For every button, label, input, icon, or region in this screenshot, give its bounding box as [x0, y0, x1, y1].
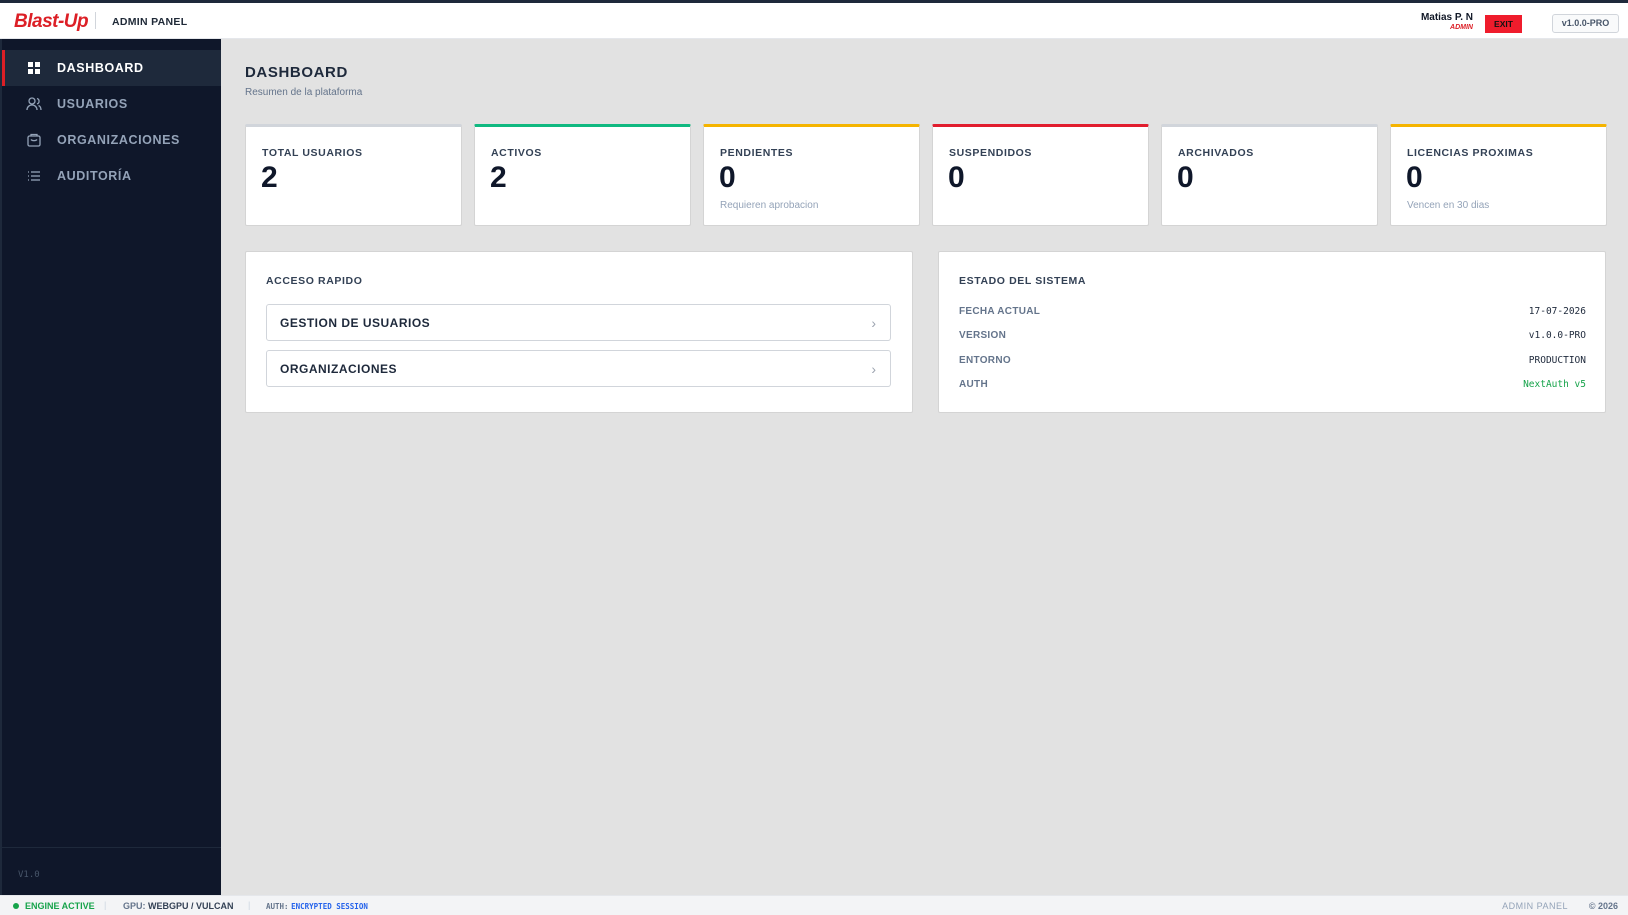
stat-label: SUSPENDIDOS [949, 147, 1033, 159]
sidebar-item-usuarios[interactable]: USUARIOS [2, 86, 221, 122]
status-key: ENTORNO [959, 355, 1011, 366]
gpu-value: WEBGPU / VULCAN [148, 901, 234, 911]
page-title: DASHBOARD [245, 64, 348, 81]
quick-link-gestion-usuarios[interactable]: GESTION DE USUARIOS › [266, 304, 891, 341]
header-title: ADMIN PANEL [112, 16, 188, 28]
footer-copyright: © 2026 [1588, 901, 1618, 911]
app-root: Blast-Up ADMIN PANEL Matias P. N ADMIN E… [0, 0, 1628, 915]
stat-card-pendientes: PENDIENTES 0 Requieren aprobacion [703, 124, 920, 226]
sidebar-item-label: DASHBOARD [57, 61, 144, 75]
panel-title: ESTADO DEL SISTEMA [959, 275, 1087, 287]
version-badge: v1.0.0-PRO [1552, 14, 1619, 33]
sidebar-item-dashboard[interactable]: DASHBOARD [2, 50, 221, 86]
status-dot-icon [13, 903, 19, 909]
footer-separator: | [104, 900, 107, 910]
stat-label: LICENCIAS PROXIMAS [1407, 147, 1534, 159]
stat-value: 0 [719, 161, 736, 194]
stat-value: 0 [1406, 161, 1423, 194]
stat-value: 0 [948, 161, 965, 194]
top-header: Blast-Up ADMIN PANEL Matias P. N ADMIN E… [0, 0, 1628, 39]
briefcase-icon [26, 132, 42, 148]
status-value: PRODUCTION [1528, 355, 1586, 366]
sidebar-item-label: ORGANIZACIONES [57, 133, 180, 147]
quick-access-panel: ACCESO RAPIDO GESTION DE USUARIOS › ORGA… [245, 251, 913, 413]
stat-card-suspendidos: SUSPENDIDOS 0 [932, 124, 1149, 226]
sidebar-item-auditoria[interactable]: AUDITORÍA [2, 158, 221, 194]
status-row-auth: AUTH NextAuth v5 [959, 379, 1586, 395]
stat-card-licencias-proximas: LICENCIAS PROXIMAS 0 Vencen en 30 dias [1390, 124, 1607, 226]
status-row-version: VERSION v1.0.0-PRO [959, 330, 1586, 346]
status-key: FECHA ACTUAL [959, 306, 1041, 317]
quick-link-organizaciones[interactable]: ORGANIZACIONES › [266, 350, 891, 387]
footer-separator: | [248, 900, 251, 910]
stat-card-total-usuarios: TOTAL USUARIOS 2 [245, 124, 462, 226]
status-row-entorno: ENTORNO PRODUCTION [959, 355, 1586, 371]
status-footer: ENGINE ACTIVE | GPU: WEBGPU / VULCAN | A… [0, 895, 1628, 915]
gpu-label: GPU: [123, 901, 146, 911]
quick-link-label: GESTION DE USUARIOS [280, 315, 431, 330]
status-row-fecha: FECHA ACTUAL 17-07-2026 [959, 306, 1586, 322]
stat-value: 2 [261, 161, 278, 194]
auth-label: AUTH: [266, 902, 289, 911]
engine-status-text: ENGINE ACTIVE [25, 901, 95, 911]
status-value: NextAuth v5 [1523, 379, 1586, 390]
list-icon [26, 168, 42, 184]
sidebar: DASHBOARD USUARIOS ORGANIZACIONES AUDITO… [0, 39, 221, 895]
stat-label: ARCHIVADOS [1178, 147, 1254, 159]
sidebar-item-label: USUARIOS [57, 97, 128, 111]
chevron-right-icon: › [871, 360, 876, 377]
stat-card-activos: ACTIVOS 2 [474, 124, 691, 226]
auth-info: AUTH: ENCRYPTED SESSION [266, 901, 368, 911]
sidebar-item-organizaciones[interactable]: ORGANIZACIONES [2, 122, 221, 158]
system-status-panel: ESTADO DEL SISTEMA FECHA ACTUAL 17-07-20… [938, 251, 1606, 413]
engine-status: ENGINE ACTIVE [13, 901, 95, 911]
quick-link-label: ORGANIZACIONES [280, 361, 398, 376]
auth-value: ENCRYPTED SESSION [291, 902, 368, 911]
page-subtitle: Resumen de la plataforma [245, 87, 363, 98]
user-name: Matias P. N [1420, 12, 1473, 23]
sidebar-version: V1.0 [18, 870, 40, 880]
users-icon [26, 96, 42, 112]
panel-title: ACCESO RAPIDO [266, 275, 363, 287]
stat-label: PENDIENTES [720, 147, 794, 159]
stat-hint: Vencen en 30 dias [1407, 200, 1490, 211]
status-key: VERSION [959, 330, 1007, 341]
status-value: v1.0.0-PRO [1528, 330, 1586, 341]
sidebar-divider [2, 847, 221, 848]
footer-panel-label: ADMIN PANEL [1502, 901, 1568, 911]
status-value: 17-07-2026 [1528, 306, 1586, 317]
grid-icon [26, 60, 42, 76]
stat-hint: Requieren aprobacion [720, 200, 819, 211]
user-role: ADMIN [1450, 24, 1473, 31]
header-divider [95, 12, 96, 29]
user-info: Matias P. N ADMIN [1421, 12, 1473, 32]
gpu-info: GPU: WEBGPU / VULCAN [123, 901, 234, 911]
stat-card-archivados: ARCHIVADOS 0 [1161, 124, 1378, 226]
brand-logo[interactable]: Blast-Up [14, 11, 89, 33]
stat-value: 0 [1177, 161, 1194, 194]
stat-label: ACTIVOS [491, 147, 542, 159]
status-key: AUTH [959, 379, 988, 390]
exit-button[interactable]: EXIT [1485, 15, 1522, 33]
stat-label: TOTAL USUARIOS [262, 147, 363, 159]
chevron-right-icon: › [871, 314, 876, 331]
sidebar-item-label: AUDITORÍA [57, 169, 132, 183]
stat-value: 2 [490, 161, 507, 194]
